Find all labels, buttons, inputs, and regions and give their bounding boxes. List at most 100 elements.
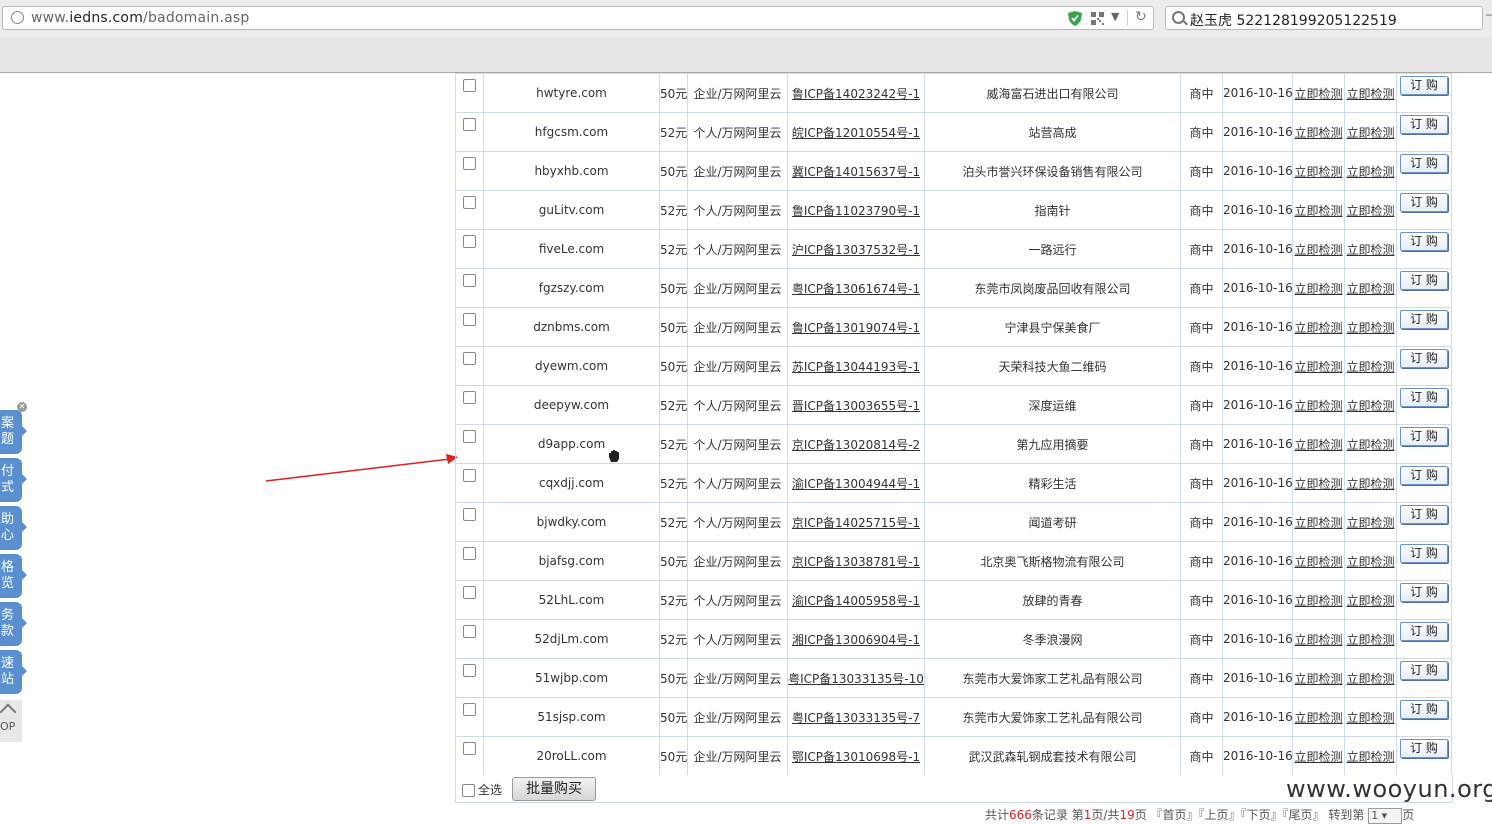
row-checkbox[interactable] (463, 79, 476, 92)
icp-link[interactable]: 京ICP备14025715号-1 (792, 516, 920, 530)
order-button[interactable]: 订 购 (1400, 115, 1448, 134)
check-now-link[interactable]: 立即检测 (1294, 321, 1342, 335)
check-now-link[interactable]: 立即检测 (1294, 672, 1342, 686)
checkbox-cell[interactable] (455, 73, 484, 113)
row-checkbox[interactable] (463, 625, 476, 638)
shield-icon[interactable] (1068, 11, 1082, 26)
icp-link[interactable]: 冀ICP备14015637号-1 (792, 165, 920, 179)
icp-link[interactable]: 鲁ICP备13019074号-1 (792, 321, 920, 335)
checkbox-cell[interactable] (455, 385, 484, 425)
row-checkbox[interactable] (463, 118, 476, 131)
icp-link[interactable]: 沪ICP备13037532号-1 (792, 243, 920, 257)
check-now-link[interactable]: 立即检测 (1346, 360, 1394, 374)
check-now-link[interactable]: 立即检测 (1346, 282, 1394, 296)
check-now-link[interactable]: 立即检测 (1346, 321, 1394, 335)
check-now-link[interactable]: 立即检测 (1346, 399, 1394, 413)
check-now-link[interactable]: 立即检测 (1294, 750, 1342, 764)
order-button[interactable]: 订 购 (1400, 661, 1448, 680)
checkbox-cell[interactable] (455, 268, 484, 308)
order-button[interactable]: 订 购 (1400, 388, 1448, 407)
checkbox-cell[interactable] (455, 307, 484, 347)
back-to-top-button[interactable]: OP (0, 700, 22, 742)
check-now-link[interactable]: 立即检测 (1294, 711, 1342, 725)
checkbox-cell[interactable] (455, 346, 484, 386)
order-button[interactable]: 订 购 (1400, 427, 1448, 446)
menu-icon[interactable]: ⊣ (1485, 8, 1492, 24)
row-checkbox[interactable] (463, 469, 476, 482)
checkbox-cell[interactable] (455, 463, 484, 503)
icp-link[interactable]: 渝ICP备13004944号-1 (792, 477, 920, 491)
check-now-link[interactable]: 立即检测 (1294, 243, 1342, 257)
row-checkbox[interactable] (463, 313, 476, 326)
row-checkbox[interactable] (463, 547, 476, 560)
checkbox-cell[interactable] (455, 619, 484, 659)
checkbox[interactable] (462, 784, 475, 797)
check-now-link[interactable]: 立即检测 (1346, 165, 1394, 179)
icp-link[interactable]: 鄂ICP备13010698号-1 (792, 750, 920, 764)
check-now-link[interactable]: 立即检测 (1346, 204, 1394, 218)
row-checkbox[interactable] (463, 157, 476, 170)
checkbox-cell[interactable] (455, 112, 484, 152)
order-button[interactable]: 订 购 (1400, 544, 1448, 563)
check-now-link[interactable]: 立即检测 (1294, 399, 1342, 413)
icp-link[interactable]: 鲁ICP备14023242号-1 (792, 87, 920, 101)
icp-link[interactable]: 鲁ICP备11023790号-1 (792, 204, 920, 218)
row-checkbox[interactable] (463, 352, 476, 365)
icp-link[interactable]: 晋ICP备13003655号-1 (792, 399, 920, 413)
order-button[interactable]: 订 购 (1400, 310, 1448, 329)
search-text[interactable]: 赵玉虎 522128199205122519 (1190, 10, 1397, 30)
check-now-link[interactable]: 立即检测 (1294, 633, 1342, 647)
qr-code-icon[interactable] (1091, 12, 1104, 25)
page-select[interactable]: 1 ▾ (1368, 807, 1403, 824)
checkbox-cell[interactable] (455, 151, 484, 191)
checkbox-cell[interactable] (455, 658, 484, 698)
order-button[interactable]: 订 购 (1400, 739, 1448, 758)
order-button[interactable]: 订 购 (1400, 349, 1448, 368)
reload-icon[interactable]: ↻ (1135, 9, 1147, 25)
icp-link[interactable]: 粤ICP备13061674号-1 (792, 282, 920, 296)
check-now-link[interactable]: 立即检测 (1294, 165, 1342, 179)
check-now-link[interactable]: 立即检测 (1294, 438, 1342, 452)
icp-link[interactable]: 京ICP备13020814号-2 (792, 438, 920, 452)
order-button[interactable]: 订 购 (1400, 271, 1448, 290)
side-tab[interactable]: 付 式 (0, 458, 27, 502)
order-button[interactable]: 订 购 (1400, 76, 1448, 95)
check-now-link[interactable]: 立即检测 (1294, 204, 1342, 218)
checkbox-cell[interactable] (455, 541, 484, 581)
icp-link[interactable]: 粤ICP备13033135号-7 (792, 711, 920, 725)
order-button[interactable]: 订 购 (1400, 505, 1448, 524)
check-now-link[interactable]: 立即检测 (1346, 555, 1394, 569)
order-button[interactable]: 订 购 (1400, 154, 1448, 173)
address-bar[interactable]: www.iedns.com/badomain.asp ▼ ↻ (2, 6, 1154, 30)
check-now-link[interactable]: 立即检测 (1294, 87, 1342, 101)
row-checkbox[interactable] (463, 664, 476, 677)
row-checkbox[interactable] (463, 586, 476, 599)
order-button[interactable]: 订 购 (1400, 622, 1448, 641)
side-tab[interactable]: 格 览 (0, 554, 27, 598)
row-checkbox[interactable] (463, 430, 476, 443)
check-now-link[interactable]: 立即检测 (1294, 360, 1342, 374)
chevron-down-icon[interactable]: ▼ (1111, 10, 1119, 23)
checkbox-cell[interactable] (455, 736, 484, 776)
row-checkbox[interactable] (463, 508, 476, 521)
order-button[interactable]: 订 购 (1400, 193, 1448, 212)
icp-link[interactable]: 皖ICP备12010554号-1 (792, 126, 920, 140)
check-now-link[interactable]: 立即检测 (1346, 438, 1394, 452)
batch-buy-button[interactable]: 批量购买 (512, 777, 596, 801)
checkbox-cell[interactable] (455, 580, 484, 620)
row-checkbox[interactable] (463, 235, 476, 248)
side-tab[interactable]: 案 题 (0, 410, 27, 454)
icp-link[interactable]: 京ICP备13038781号-1 (792, 555, 920, 569)
icp-link[interactable]: 苏ICP备13044193号-1 (792, 360, 920, 374)
order-button[interactable]: 订 购 (1400, 466, 1448, 485)
check-now-link[interactable]: 立即检测 (1294, 555, 1342, 569)
icp-link[interactable]: 湘ICP备13006904号-1 (792, 633, 920, 647)
check-now-link[interactable]: 立即检测 (1346, 633, 1394, 647)
order-button[interactable]: 订 购 (1400, 700, 1448, 719)
row-checkbox[interactable] (463, 196, 476, 209)
row-checkbox[interactable] (463, 391, 476, 404)
check-now-link[interactable]: 立即检测 (1346, 672, 1394, 686)
check-now-link[interactable]: 立即检测 (1346, 750, 1394, 764)
check-now-link[interactable]: 立即检测 (1346, 516, 1394, 530)
row-checkbox[interactable] (463, 274, 476, 287)
